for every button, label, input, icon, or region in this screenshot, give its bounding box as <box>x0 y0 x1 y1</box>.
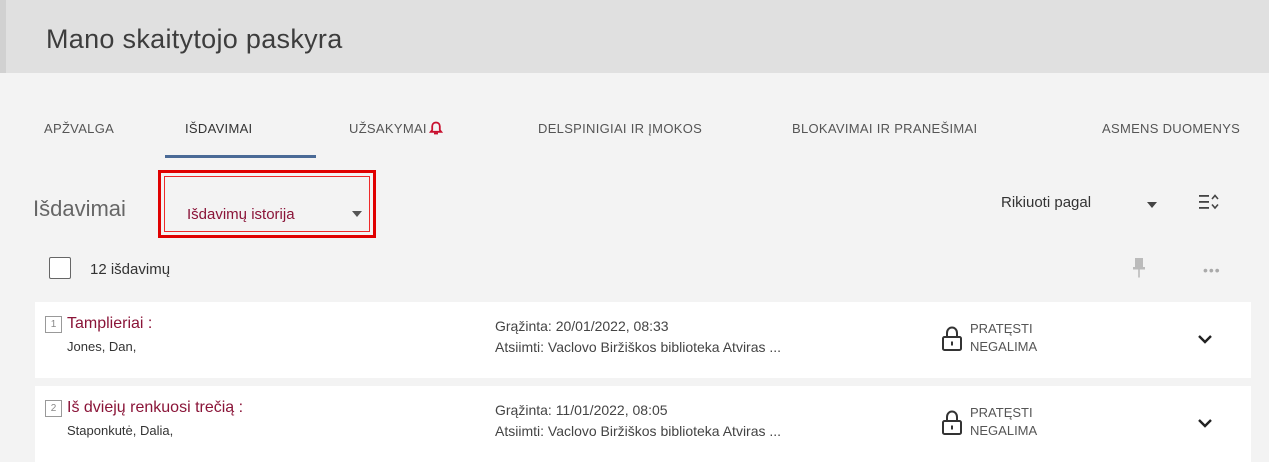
item-returned-date: Grąžinta: 11/01/2022, 08:05 <box>495 402 668 418</box>
tab-personal-details[interactable]: ASMENS DUOMENYS <box>1102 121 1240 136</box>
item-pickup-location: Atsiimti: Vaclovo Biržiškos biblioteka A… <box>495 339 782 355</box>
item-pickup-location: Atsiimti: Vaclovo Biržiškos biblioteka A… <box>495 423 782 439</box>
renew-status-line1: PRATĘSTI <box>970 321 1033 336</box>
active-tab-indicator <box>165 155 316 158</box>
highlight-inner-border <box>164 176 370 232</box>
tab-requests-label: UŽSAKYMAI <box>349 121 427 136</box>
lock-icon <box>941 410 963 436</box>
renew-status-line2: NEGALIMA <box>970 423 1038 438</box>
dropdown-caret-icon <box>352 211 362 217</box>
section-title: Išdavimai <box>33 196 126 221</box>
page-header: Mano skaitytojo paskyra <box>0 0 1269 73</box>
loan-count: 12 išdavimų <box>90 261 171 278</box>
renew-status: PRATĘSTI NEGALIMA <box>970 320 1037 356</box>
item-author: Jones, Dan, <box>67 339 137 354</box>
item-number: 1 <box>45 316 62 333</box>
item-returned-date: Grąžinta: 20/01/2022, 08:33 <box>495 318 669 334</box>
tab-loans[interactable]: IŠDAVIMAI <box>185 121 252 136</box>
lock-icon <box>941 326 963 352</box>
renew-status-line2: NEGALIMA <box>970 339 1038 354</box>
loan-card: 1 Tamplieriai : Jones, Dan, Grąžinta: 20… <box>35 302 1251 378</box>
item-author: Staponkutė, Dalia, <box>67 423 174 438</box>
loan-card: 2 Iš dviejų renkuosi trečią : Staponkutė… <box>35 386 1251 462</box>
loan-filter-selected: Išdavimų istorija <box>187 206 295 223</box>
chevron-down-icon[interactable] <box>1197 416 1213 428</box>
sort-toggle-icon[interactable] <box>1198 192 1220 212</box>
renew-status: PRATĘSTI NEGALIMA <box>970 404 1037 440</box>
page-title: Mano skaitytojo paskyra <box>46 24 343 54</box>
pin-icon[interactable] <box>1132 257 1146 279</box>
bell-icon <box>428 121 443 138</box>
item-number: 2 <box>45 400 62 417</box>
loan-filter-dropdown[interactable]: Išdavimų istorija <box>158 170 376 238</box>
sort-dropdown[interactable]: Rikiuoti pagal <box>1001 194 1091 211</box>
renew-status-line1: PRATĘSTI <box>970 405 1033 420</box>
chevron-down-icon[interactable] <box>1197 332 1213 344</box>
sort-caret-icon[interactable] <box>1147 202 1157 208</box>
tab-fines[interactable]: DELSPINIGIAI IR ĮMOKOS <box>538 121 702 136</box>
tab-overview[interactable]: APŽVALGA <box>44 121 114 136</box>
tab-blocks[interactable]: BLOKAVIMAI IR PRANEŠIMAI <box>792 121 977 136</box>
item-title-link[interactable]: Tamplieriai : <box>67 315 152 333</box>
select-all-checkbox[interactable] <box>49 257 71 279</box>
item-title-link[interactable]: Iš dviejų renkuosi trečią : <box>67 399 243 417</box>
more-icon[interactable]: ••• <box>1203 262 1221 278</box>
account-tabs: APŽVALGA IŠDAVIMAI UŽSAKYMAI DELSPINIGIA… <box>0 73 1269 163</box>
tab-requests[interactable]: UŽSAKYMAI <box>349 121 443 138</box>
